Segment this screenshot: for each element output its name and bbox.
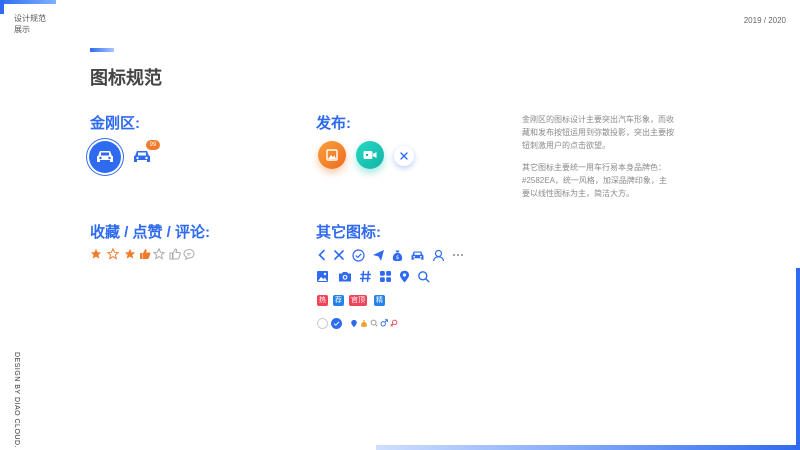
bottom-accent-bar <box>376 445 800 450</box>
money-bag-button[interactable]: $ <box>391 249 404 262</box>
page-title: 图标规范 <box>90 68 162 88</box>
header-left-line2: 展示 <box>14 25 30 34</box>
car-icon-badged[interactable] <box>131 147 153 167</box>
video-camera-icon <box>363 151 377 159</box>
star-icon <box>153 248 165 260</box>
female-icon <box>390 319 398 327</box>
car-icon <box>411 251 424 260</box>
grid-button[interactable] <box>379 270 392 283</box>
search-button[interactable] <box>417 270 430 283</box>
check-circle-icon <box>352 249 365 262</box>
comment-icon <box>183 248 195 260</box>
image-icon <box>317 271 328 282</box>
description-para1: 金刚区的图标设计主要突出汽车形象，而收藏和发布按钮运用到弥散投影，突出主要按钮刺… <box>522 115 674 150</box>
car-button[interactable] <box>410 249 425 262</box>
star-gray[interactable] <box>153 248 165 260</box>
description: 金刚区的图标设计主要突出汽车形象，而收藏和发布按钮运用到弥散投影，突出主要按钮刺… <box>522 113 674 209</box>
svg-text:$: $ <box>396 255 399 261</box>
chevron-left-icon <box>318 249 325 261</box>
topic-button[interactable] <box>359 270 372 283</box>
star-outline[interactable] <box>107 248 119 260</box>
notification-badge: 99 <box>146 140 160 150</box>
search-icon <box>418 271 430 283</box>
description-para2: 其它图标主要统一用车行易本身品牌色：#2582EA，统一风格，加深品牌印象，主要… <box>522 163 667 198</box>
camera-button[interactable] <box>338 270 352 283</box>
car-icon-filled[interactable] <box>89 141 121 173</box>
check-button[interactable] <box>352 249 365 262</box>
location-icon <box>400 270 409 283</box>
section-title-collect: 收藏 / 点赞 / 评论: <box>90 224 211 241</box>
right-accent-bar <box>796 268 800 450</box>
back-button[interactable] <box>316 249 328 261</box>
tag-featured: 精 <box>374 295 385 306</box>
hashtag-icon <box>360 270 371 283</box>
sidebar-credit: DESIGN BY DIAO CLOUD. <box>13 352 20 448</box>
user-icon <box>432 249 445 262</box>
image-button[interactable] <box>316 270 329 283</box>
radio-unchecked[interactable] <box>317 318 328 329</box>
more-button[interactable] <box>452 249 464 261</box>
star-filled-2[interactable] <box>124 248 136 260</box>
image-icon <box>326 149 338 161</box>
star-filled[interactable] <box>90 248 102 260</box>
close-button[interactable] <box>333 249 345 261</box>
star-icon <box>124 248 136 259</box>
camera-icon <box>339 272 351 282</box>
thumb-up-filled[interactable] <box>139 248 151 260</box>
close-icon <box>334 250 344 260</box>
car-icon <box>97 151 113 162</box>
section-title-jingang: 金刚区: <box>90 115 140 132</box>
female-small <box>390 319 398 327</box>
grid-icon <box>380 271 391 282</box>
radio-checked[interactable] <box>331 318 342 329</box>
male-icon <box>380 319 388 327</box>
money-bag-icon: $ <box>392 250 403 261</box>
corner-accent-vertical <box>0 0 4 14</box>
thumb-up-icon <box>140 249 151 259</box>
publish-close-button[interactable] <box>394 146 414 166</box>
car-icon <box>134 151 150 162</box>
search-icon <box>370 319 378 327</box>
header-year: 2019 / 2020 <box>743 16 786 25</box>
star-icon <box>107 248 119 260</box>
location-small <box>350 319 358 328</box>
male-small <box>380 319 388 327</box>
corner-accent <box>0 0 56 4</box>
section-title-other: 其它图标: <box>316 224 381 241</box>
section-title-publish: 发布: <box>316 115 351 132</box>
user-button[interactable] <box>432 249 445 262</box>
location-button[interactable] <box>398 270 411 283</box>
send-button[interactable] <box>372 249 385 262</box>
star-icon <box>90 248 102 259</box>
more-icon <box>453 254 463 256</box>
header-left: 设计规范 展示 <box>14 13 46 35</box>
title-accent-bar <box>90 48 114 52</box>
money-bag-icon <box>361 320 367 327</box>
header-left-line1: 设计规范 <box>14 14 46 23</box>
publish-video-button[interactable] <box>356 141 384 169</box>
comment-gray[interactable] <box>183 248 195 260</box>
location-icon <box>351 319 357 328</box>
publish-image-button[interactable] <box>318 141 346 169</box>
send-icon <box>373 250 384 261</box>
search-small <box>370 319 378 327</box>
tag-recommend: 荐 <box>333 295 344 306</box>
money-bag-small <box>360 319 368 328</box>
tag-hot: 热 <box>317 295 328 306</box>
close-icon <box>400 152 408 160</box>
thumb-up-gray[interactable] <box>169 248 181 260</box>
thumb-up-icon <box>169 248 181 260</box>
check-icon <box>333 321 340 326</box>
tag-official: 官顶 <box>349 295 367 306</box>
